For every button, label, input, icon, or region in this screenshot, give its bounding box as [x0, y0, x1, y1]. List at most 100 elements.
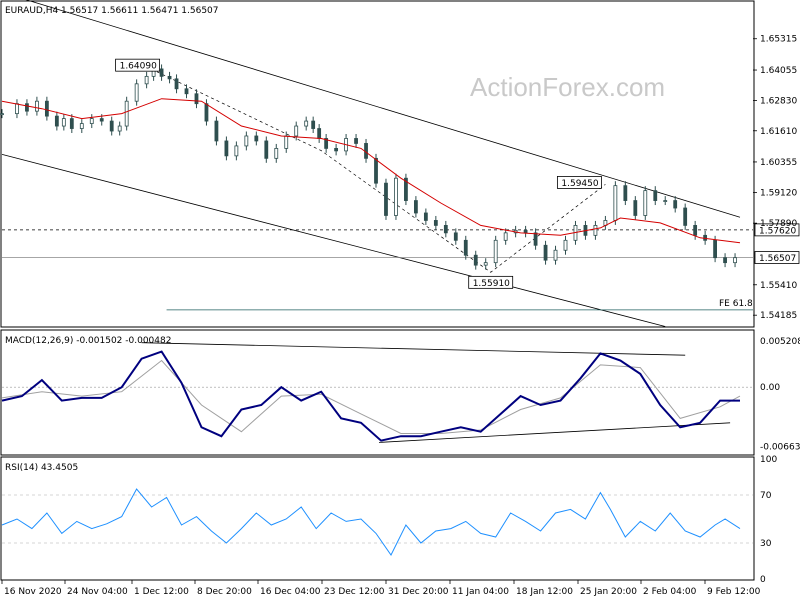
price-annotation-1.59450: 1.59450: [561, 179, 598, 189]
candle-body: [463, 239, 468, 256]
candle-body: [35, 100, 39, 112]
candle-body: [204, 103, 209, 122]
candle-body: [443, 225, 448, 234]
candle-body: [44, 100, 49, 117]
candle-body: [284, 135, 289, 149]
candle-body: [69, 118, 74, 129]
candle-body: [374, 157, 378, 184]
y-axis-labels: 1.65315 1.64055 1.62830 1.61610 1.60355 1.591…: [753, 35, 800, 585]
price-annotation-1.64090: 1.64090: [120, 62, 157, 72]
candle-body: [453, 232, 458, 241]
candle-body: [663, 200, 668, 202]
candle-body: [553, 249, 558, 261]
candle-body: [563, 239, 568, 251]
candle-body: [109, 120, 114, 132]
x-tick-label: 16 Nov 2020: [4, 587, 62, 597]
candle-body: [334, 148, 339, 152]
candle-body: [543, 244, 548, 261]
candle-body: [254, 135, 259, 142]
candle-body: [214, 120, 219, 142]
price-plot: 1.576201.56507FE 61.81.640901.594501.559…: [0, 0, 800, 327]
candle-body: [317, 128, 322, 139]
price-y-tick-label: 1.54185: [760, 311, 797, 321]
x-tick-label: 1 Dec 12:00: [134, 587, 189, 597]
candle-body: [384, 182, 388, 216]
price-y-tick-label: 1.60355: [760, 158, 797, 168]
macd-y-tick-label: -0.006631: [760, 442, 800, 452]
candle-body: [234, 145, 239, 157]
candle-body: [354, 138, 358, 144]
candle-body: [413, 200, 418, 214]
x-tick-label: 23 Dec 12:00: [324, 587, 385, 597]
candle-body: [643, 190, 648, 216]
candle-body: [15, 103, 19, 115]
macd-plot: [1, 342, 753, 443]
rsi-y-tick-label: 100: [760, 455, 777, 465]
candle-body: [264, 140, 269, 159]
x-tick-label: 18 Jan 12:00: [516, 587, 573, 597]
candle-body: [733, 257, 737, 264]
candle-body: [613, 185, 618, 221]
candle-body: [713, 239, 718, 259]
candle-body: [174, 78, 179, 90]
candle-body: [304, 120, 309, 127]
candle-body: [633, 200, 638, 216]
rsi-line: [1, 488, 741, 556]
candle-body: [79, 123, 84, 129]
candle-body: [653, 190, 658, 201]
candle-body: [61, 118, 66, 127]
candle-body: [433, 220, 438, 226]
candle-body: [144, 75, 149, 85]
macd-trendline-1: [141, 342, 686, 356]
candle-body: [723, 257, 727, 264]
x-tick-label: 31 Dec 20:00: [388, 587, 449, 597]
candle-body: [167, 75, 172, 80]
candle-body: [134, 83, 139, 102]
candle-body: [124, 100, 129, 127]
x-tick-label: 9 Feb 12:00: [707, 587, 761, 597]
x-tick-label: 16 Dec 04:00: [260, 587, 321, 597]
candle-body: [693, 225, 698, 236]
price-panel-title: EURAUD,H4 1.56517 1.56611 1.56471 1.5650…: [5, 6, 219, 16]
macd-y-tick-label: 0.00: [760, 383, 780, 393]
candle-body: [274, 148, 279, 159]
candle-body: [54, 115, 59, 127]
candle-body: [224, 140, 229, 157]
price-y-tick-label: 1.65315: [760, 35, 797, 45]
candle-body: [593, 225, 598, 236]
rsi-y-tick-label: 30: [760, 539, 772, 549]
candle-body: [294, 125, 299, 137]
candle-body: [623, 185, 628, 201]
candle-body: [89, 118, 94, 124]
rsi-plot: [1, 488, 753, 556]
candle-body: [159, 68, 164, 77]
candle-body: [533, 232, 538, 246]
x-tick-label: 11 Jan 04:00: [452, 587, 509, 597]
candle-body: [0, 113, 4, 116]
macd-signal-line: [1, 359, 741, 434]
rsi-panel-title: RSI(14) 43.4505: [5, 463, 78, 473]
x-tick-label: 2 Feb 04:00: [643, 587, 697, 597]
candle-body: [673, 200, 678, 209]
candle-body: [523, 229, 528, 234]
ema-line: [1, 98, 741, 244]
price-y-tick-label: 1.64055: [760, 66, 797, 76]
rsi-panel: [0, 456, 755, 581]
rsi-y-tick-label: 70: [760, 491, 772, 501]
price-y-tick-label: 1.61610: [760, 127, 797, 137]
price-y-tick-label: 1.59120: [760, 189, 797, 199]
chart-canvas: ActionForex.com EURAUD,H4 1.56517 1.5661…: [0, 0, 800, 597]
candle-body: [394, 177, 398, 216]
price-y-tick-label: 1.55410: [760, 281, 797, 291]
watermark: ActionForex.com: [470, 72, 665, 102]
macd-trendline-2: [378, 422, 731, 443]
candle-body: [194, 93, 199, 105]
rsi-y-tick-label: 0: [760, 575, 766, 585]
candle-body: [99, 118, 104, 122]
x-axis-labels: 16 Nov 2020 24 Nov 04:00 1 Dec 12:00 8 Dec …: [1, 580, 761, 597]
macd-y-tick-label: 0.005208: [760, 337, 800, 347]
candle-body: [311, 120, 316, 129]
candle-body: [244, 135, 249, 147]
fe-61.8-label: FE 61.8: [719, 299, 753, 309]
candle-body: [184, 88, 189, 95]
